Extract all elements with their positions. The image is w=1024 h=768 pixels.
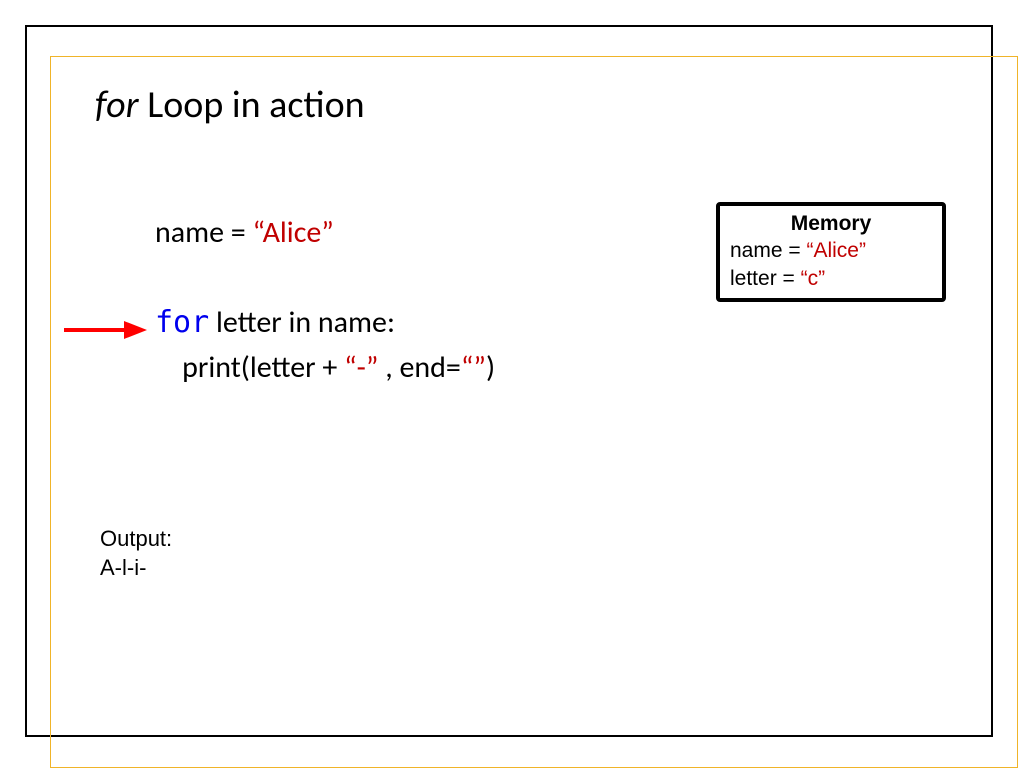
output-block: Output: A-l-i- [100,525,172,582]
output-value: A-l-i- [100,554,172,583]
memory-line-letter: letter = “c” [730,265,932,292]
code-text: letter in name: [209,304,395,341]
memory-title: Memory [730,210,932,237]
code-text: name = [155,214,253,251]
code-text: ) [486,349,495,386]
page-title: for Loop in action [95,82,365,128]
memory-value: “c” [801,267,826,290]
code-line-1: name = “Alice” [155,210,495,255]
memory-line-name: name = “Alice” [730,237,932,264]
string-literal: “Alice” [253,214,334,251]
output-label: Output: [100,525,172,554]
code-text: print(letter + [155,349,344,386]
title-rest: Loop in action [139,82,365,128]
memory-box: Memory name = “Alice” letter = “c” [716,202,946,302]
string-literal: “” [461,349,486,386]
code-blank-line [155,255,495,300]
for-keyword: for [155,305,209,340]
memory-label: letter = [730,267,801,290]
memory-value: “Alice” [806,239,866,262]
arrow-icon [62,318,147,347]
code-line-2: for letter in name: [155,300,495,345]
code-block: name = “Alice” for letter in name: print… [155,210,495,390]
string-literal: “-” [344,349,378,386]
memory-label: name = [730,239,806,262]
code-line-3: print(letter + “-” , end=“”) [155,345,495,390]
code-text: , end= [378,349,460,386]
title-keyword: for [95,82,139,128]
